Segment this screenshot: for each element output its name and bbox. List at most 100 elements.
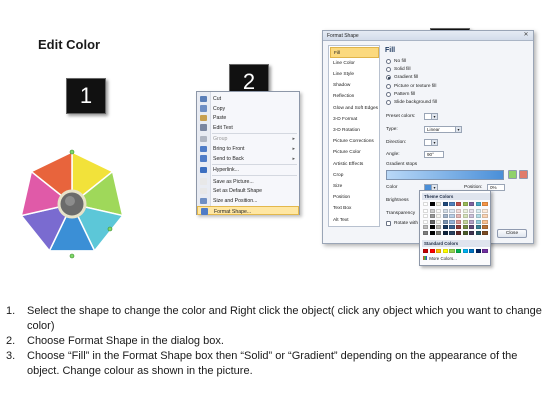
standard-color-swatch[interactable] [442, 249, 448, 254]
menu-item-cut[interactable]: Cut [197, 94, 299, 104]
nav-item-fill[interactable]: Fill [330, 47, 379, 58]
menu-item-group[interactable]: Group ▸ [197, 134, 299, 144]
preset-colors-button[interactable]: ▾ [424, 113, 438, 120]
more-colors-link[interactable]: More Colors... [423, 256, 457, 261]
theme-color-swatch[interactable] [429, 202, 435, 207]
theme-color-swatch[interactable] [475, 219, 481, 224]
theme-color-swatch[interactable] [482, 214, 488, 219]
standard-color-swatch[interactable] [482, 249, 488, 254]
theme-color-swatch[interactable] [456, 202, 462, 207]
add-stop-icon[interactable] [508, 170, 517, 179]
standard-color-swatch[interactable] [436, 249, 442, 254]
fill-option-radio[interactable] [386, 83, 391, 89]
theme-color-swatch[interactable] [442, 219, 448, 224]
menu-item-size-and-position[interactable]: Size and Position... [197, 196, 299, 206]
theme-color-swatch[interactable] [449, 230, 455, 235]
nav-item-reflection[interactable]: Reflection [330, 92, 379, 103]
theme-color-swatch[interactable] [475, 225, 481, 230]
standard-color-swatch[interactable] [429, 249, 435, 254]
menu-item-hyperlink[interactable]: Hyperlink... [197, 165, 299, 175]
gradient-stops-bar[interactable] [386, 170, 504, 180]
fill-option-radio[interactable] [386, 100, 391, 105]
theme-color-swatch[interactable] [456, 214, 462, 219]
close-button[interactable]: Close [497, 229, 527, 238]
theme-color-swatch[interactable] [469, 225, 475, 230]
heptagon-shape[interactable] [8, 140, 128, 265]
theme-color-swatch[interactable] [423, 230, 429, 235]
theme-color-swatch[interactable] [469, 230, 475, 235]
nav-item-crop[interactable]: Crop [330, 170, 379, 181]
theme-color-swatch[interactable] [449, 214, 455, 219]
theme-color-swatch[interactable] [429, 225, 435, 230]
menu-item-copy[interactable]: Copy [197, 104, 299, 114]
nav-item-artistic-effects[interactable]: Artistic Effects [330, 159, 379, 170]
type-select[interactable]: Linear ▾ [424, 126, 462, 133]
standard-color-swatch[interactable] [475, 249, 481, 254]
nav-item-text-box[interactable]: Text Box [330, 204, 379, 215]
theme-color-swatch[interactable] [442, 208, 448, 214]
direction-button[interactable]: ▾ [424, 139, 438, 146]
theme-color-swatch[interactable] [462, 208, 468, 214]
theme-color-swatch[interactable] [442, 230, 448, 235]
fill-option-radio[interactable] [386, 75, 391, 81]
menu-item-save-as-picture[interactable]: Save as Picture... [197, 177, 299, 187]
theme-color-swatch[interactable] [423, 202, 429, 207]
theme-color-swatch[interactable] [442, 225, 448, 230]
remove-stop-icon[interactable] [519, 170, 528, 179]
theme-color-swatch[interactable] [436, 225, 442, 230]
theme-color-swatch[interactable] [462, 219, 468, 224]
theme-color-swatch[interactable] [482, 230, 488, 235]
menu-item-format-shape[interactable]: Format Shape... [197, 205, 299, 216]
theme-color-swatch[interactable] [436, 208, 442, 214]
theme-color-swatch[interactable] [456, 225, 462, 230]
nav-item-picture-color[interactable]: Picture Color [330, 148, 379, 159]
theme-color-swatch[interactable] [429, 219, 435, 224]
theme-color-swatch[interactable] [449, 208, 455, 214]
theme-color-swatch[interactable] [436, 202, 442, 207]
nav-item-line-color[interactable]: Line Color [330, 58, 379, 69]
standard-color-swatch[interactable] [449, 249, 455, 254]
nav-item-shadow[interactable]: Shadow [330, 81, 379, 92]
theme-color-swatch[interactable] [469, 219, 475, 224]
theme-color-swatch[interactable] [482, 202, 488, 207]
nav-item-size[interactable]: Size [330, 181, 379, 192]
nav-item-glow-and-soft-edges[interactable]: Glow and Soft Edges [330, 103, 379, 114]
theme-color-swatch[interactable] [475, 202, 481, 207]
theme-color-swatch[interactable] [429, 214, 435, 219]
theme-color-swatch[interactable] [469, 208, 475, 214]
theme-color-swatch[interactable] [449, 202, 455, 207]
theme-color-swatch[interactable] [423, 225, 429, 230]
menu-item-paste[interactable]: Paste [197, 113, 299, 123]
theme-color-swatch[interactable] [456, 208, 462, 214]
theme-color-swatch[interactable] [456, 219, 462, 224]
nav-item-alt-text[interactable]: Alt Text [330, 215, 379, 226]
menu-item-send-to-back[interactable]: Send to Back ▸ [197, 154, 299, 164]
theme-color-swatch[interactable] [482, 219, 488, 224]
theme-color-swatch[interactable] [423, 214, 429, 219]
rotate-checkbox[interactable] [386, 221, 391, 226]
theme-color-swatch[interactable] [436, 214, 442, 219]
theme-color-swatch[interactable] [423, 219, 429, 224]
nav-item-picture-corrections[interactable]: Picture Corrections [330, 137, 379, 148]
menu-item-bring-to-front[interactable]: Bring to Front ▸ [197, 144, 299, 154]
theme-color-swatch[interactable] [429, 230, 435, 235]
theme-color-swatch[interactable] [462, 230, 468, 235]
theme-color-swatch[interactable] [449, 219, 455, 224]
theme-color-swatch[interactable] [475, 230, 481, 235]
theme-color-swatch[interactable] [423, 208, 429, 214]
theme-color-swatch[interactable] [482, 208, 488, 214]
theme-color-swatch[interactable] [462, 225, 468, 230]
nav-item-position[interactable]: Position [330, 193, 379, 204]
close-icon[interactable]: ✕ [522, 32, 530, 39]
menu-item-edit-text[interactable]: Edit Text [197, 123, 299, 133]
menu-item-set-as-default-shape[interactable]: Set as Default Shape [197, 186, 299, 196]
theme-color-swatch[interactable] [462, 202, 468, 207]
theme-color-swatch[interactable] [449, 225, 455, 230]
standard-color-swatch[interactable] [469, 249, 475, 254]
theme-color-swatch[interactable] [469, 202, 475, 207]
theme-color-swatch[interactable] [442, 214, 448, 219]
theme-color-swatch[interactable] [482, 225, 488, 230]
standard-color-swatch[interactable] [462, 249, 468, 254]
fill-option-radio[interactable] [386, 67, 391, 73]
theme-color-swatch[interactable] [475, 214, 481, 219]
